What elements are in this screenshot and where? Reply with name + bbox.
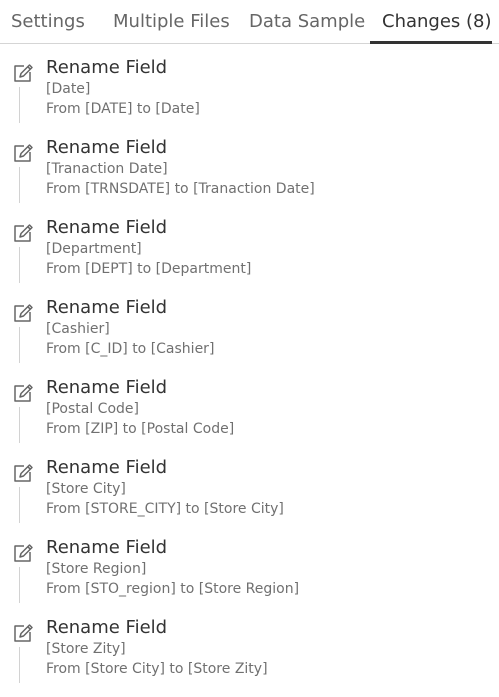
change-field: [Store Region] — [46, 561, 147, 577]
edit-icon — [11, 141, 35, 165]
timeline-rail — [19, 327, 20, 363]
change-item[interactable]: Rename Field [Store Region] From [STO_re… — [0, 537, 499, 617]
timeline-rail — [19, 247, 20, 283]
change-field: [Store Zity] — [46, 641, 126, 657]
change-detail: From [DEPT] to [Department] — [46, 261, 252, 277]
change-detail: From [TRNSDATE] to [Tranaction Date] — [46, 181, 315, 197]
change-title: Rename Field — [46, 137, 168, 158]
timeline-rail — [19, 407, 20, 443]
change-item[interactable]: Rename Field [Tranaction Date] From [TRN… — [0, 137, 499, 217]
timeline-rail — [19, 487, 20, 523]
change-title: Rename Field — [46, 617, 168, 638]
change-detail: From [C_ID] to [Cashier] — [46, 341, 215, 357]
timeline-rail — [19, 167, 20, 203]
edit-icon — [11, 541, 35, 565]
change-title: Rename Field — [46, 217, 168, 238]
change-title: Rename Field — [46, 457, 168, 478]
edit-icon — [11, 301, 35, 325]
change-detail: From [ZIP] to [Postal Code] — [46, 421, 235, 437]
tab-changes[interactable]: Changes (8) — [382, 0, 492, 44]
change-field: [Tranaction Date] — [46, 161, 168, 177]
change-item[interactable]: Rename Field [Store Zity] From [Store Ci… — [0, 617, 499, 697]
timeline-rail — [19, 647, 20, 683]
change-item[interactable]: Rename Field [Department] From [DEPT] to… — [0, 217, 499, 297]
change-item[interactable]: Rename Field [Postal Code] From [ZIP] to… — [0, 377, 499, 457]
edit-icon — [11, 221, 35, 245]
edit-icon — [11, 381, 35, 405]
change-item[interactable]: Rename Field [Cashier] From [C_ID] to [C… — [0, 297, 499, 377]
tab-bar: Settings Multiple Files Data Sample Chan… — [0, 0, 499, 44]
edit-icon — [11, 61, 35, 85]
change-field: [Cashier] — [46, 321, 110, 337]
tab-settings[interactable]: Settings — [11, 0, 85, 44]
change-field: [Department] — [46, 241, 142, 257]
tab-data-sample[interactable]: Data Sample — [249, 0, 365, 44]
edit-icon — [11, 621, 35, 645]
change-title: Rename Field — [46, 57, 168, 78]
timeline-rail — [19, 87, 20, 123]
timeline-rail — [19, 567, 20, 603]
change-title: Rename Field — [46, 377, 168, 398]
change-field: [Postal Code] — [46, 401, 139, 417]
change-title: Rename Field — [46, 297, 168, 318]
change-detail: From [STO_region] to [Store Region] — [46, 581, 300, 597]
change-item[interactable]: Rename Field [Date] From [DATE] to [Date… — [0, 57, 499, 137]
change-title: Rename Field — [46, 537, 168, 558]
tab-multiple-files[interactable]: Multiple Files — [113, 0, 230, 44]
change-field: [Date] — [46, 81, 91, 97]
change-field: [Store City] — [46, 481, 126, 497]
change-detail: From [DATE] to [Date] — [46, 101, 200, 117]
change-item[interactable]: Rename Field [Store City] From [STORE_CI… — [0, 457, 499, 537]
active-tab-indicator — [370, 41, 492, 44]
change-detail: From [STORE_CITY] to [Store City] — [46, 501, 284, 517]
change-detail: From [Store City] to [Store Zity] — [46, 661, 268, 677]
edit-icon — [11, 461, 35, 485]
